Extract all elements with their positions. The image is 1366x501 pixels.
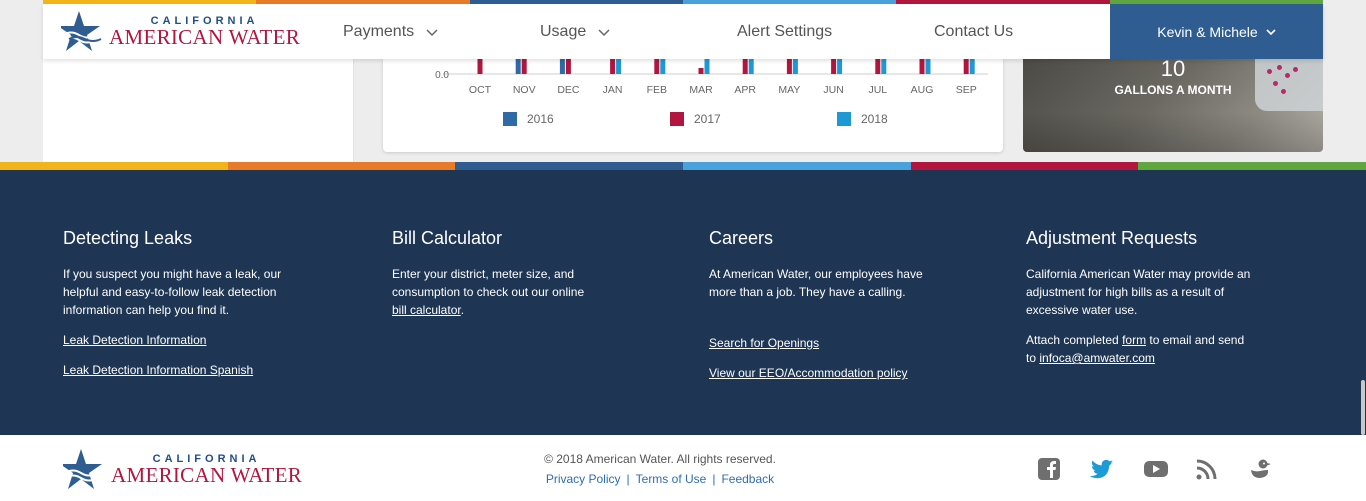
bottom-bar: CALIFORNIA AMERICAN WATER © 2018 America… bbox=[0, 435, 1366, 501]
x-tick-label: OCT bbox=[469, 84, 492, 96]
footer-text: Enter your district, meter size, and con… bbox=[392, 265, 602, 319]
brand-line2: AMERICAN WATER bbox=[109, 25, 301, 49]
youtube-icon[interactable] bbox=[1143, 457, 1169, 481]
promo-image-floor bbox=[1023, 112, 1323, 152]
chevron-down-icon bbox=[1266, 28, 1276, 35]
x-tick-label: APR bbox=[734, 84, 756, 96]
star-logo-icon bbox=[61, 11, 102, 51]
promo-number: 10 bbox=[1160, 59, 1186, 81]
rss-icon[interactable] bbox=[1195, 457, 1219, 481]
x-tick-label: JAN bbox=[603, 84, 623, 96]
bill-calc-text: Enter your district, meter size, and con… bbox=[392, 267, 585, 299]
user-name: Kevin & Michele bbox=[1157, 23, 1258, 40]
left-panel bbox=[43, 59, 353, 162]
nav-alert-settings-label: Alert Settings bbox=[737, 22, 833, 40]
link-separator: | bbox=[626, 472, 630, 486]
header-logo[interactable]: CALIFORNIA AMERICAN WATER bbox=[61, 9, 300, 55]
footer-heading: Detecting Leaks bbox=[63, 228, 193, 248]
eeo-policy-link[interactable]: View our EEO/Accommodation policy bbox=[709, 364, 929, 382]
nav-alert-settings[interactable]: Alert Settings bbox=[737, 4, 832, 59]
footer-text: California American Water may provide an… bbox=[1026, 267, 1251, 317]
panel-divider bbox=[353, 59, 354, 162]
form-link[interactable]: form bbox=[1122, 333, 1146, 347]
brand-wordmark: CALIFORNIA AMERICAN WATER bbox=[109, 16, 300, 48]
nav-usage[interactable]: Usage bbox=[540, 4, 610, 59]
x-tick-label: JUL bbox=[868, 84, 887, 96]
terms-of-use-link[interactable]: Terms of Use bbox=[636, 472, 707, 486]
link-separator: | bbox=[712, 472, 716, 486]
nav-contact-us[interactable]: Contact Us bbox=[934, 4, 1013, 59]
footer-text: If you suspect you might have a leak, ou… bbox=[63, 267, 282, 317]
chevron-down-icon bbox=[598, 28, 610, 36]
x-tick-label: DEC bbox=[557, 84, 580, 96]
usage-chart: 0.0 OCT NOV DEC JAN FEB MAR APR MAY JUN JUL AUG SEP 2… bbox=[435, 14, 988, 126]
footer-heading: Careers bbox=[709, 228, 774, 248]
footer-text: At American Water, our employees have mo… bbox=[709, 267, 923, 299]
nav-payments[interactable]: Payments bbox=[343, 4, 438, 59]
legend-label-2016: 2016 bbox=[527, 112, 554, 126]
footer-col-bill-calculator: Bill Calculator Enter your district, met… bbox=[392, 228, 602, 319]
footer-col-careers: Careers At American Water, our employees… bbox=[709, 228, 929, 382]
x-tick-label: NOV bbox=[513, 84, 536, 96]
copyright-text: © 2018 American Water. All rights reserv… bbox=[544, 452, 776, 466]
promo-caption: GALLONS A MONTH bbox=[1114, 83, 1232, 97]
facebook-icon[interactable] bbox=[1037, 457, 1061, 481]
brand-color-stripe-footer bbox=[0, 162, 1366, 170]
duck-icon[interactable] bbox=[1248, 457, 1272, 481]
bill-calculator-link[interactable]: bill calculator bbox=[392, 303, 461, 317]
legal-links: Privacy Policy | Terms of Use | Feedback bbox=[0, 472, 1320, 486]
nav-payments-label: Payments bbox=[343, 22, 415, 40]
x-tick-label: SEP bbox=[956, 84, 977, 96]
nav-contact-us-label: Contact Us bbox=[934, 22, 1014, 40]
legend-swatch-2017 bbox=[670, 112, 684, 126]
attach-before: Attach completed bbox=[1026, 333, 1119, 347]
x-tick-label: JUN bbox=[823, 84, 843, 96]
footer-col-detecting-leaks: Detecting Leaks If you suspect you might… bbox=[63, 228, 303, 379]
site-header: CALIFORNIA AMERICAN WATER Payments Usage… bbox=[43, 4, 1323, 59]
footer-col-adjustment-requests: Adjustment Requests California American … bbox=[1026, 228, 1256, 367]
legend-swatch-2016 bbox=[503, 112, 517, 126]
nav-usage-label: Usage bbox=[540, 22, 587, 40]
footer-heading: Adjustment Requests bbox=[1026, 228, 1198, 248]
feedback-link[interactable]: Feedback bbox=[721, 472, 774, 486]
usage-promo-card[interactable]: 10 GALLONS A MONTH bbox=[1023, 59, 1323, 152]
x-tick-label: AUG bbox=[911, 84, 934, 96]
x-tick-label: MAR bbox=[689, 84, 713, 96]
x-tick-label: MAY bbox=[778, 84, 800, 96]
usage-chart-card: 0.0 OCT NOV DEC JAN FEB MAR APR MAY JUN JUL AUG SEP 2… bbox=[383, 14, 1003, 152]
legend-label-2017: 2017 bbox=[694, 112, 721, 126]
legend-label-2018: 2018 bbox=[861, 112, 888, 126]
leak-detection-link[interactable]: Leak Detection Information bbox=[63, 331, 303, 349]
scrollbar-thumb[interactable] bbox=[1361, 380, 1365, 435]
y-tick-label: 0.0 bbox=[435, 70, 449, 81]
privacy-policy-link[interactable]: Privacy Policy bbox=[546, 472, 621, 486]
legend-swatch-2018 bbox=[837, 112, 851, 126]
chevron-down-icon bbox=[426, 28, 438, 36]
email-link[interactable]: infoca@amwater.com bbox=[1039, 351, 1155, 365]
x-tick-label: FEB bbox=[647, 84, 667, 96]
user-account-menu[interactable]: Kevin & Michele bbox=[1110, 4, 1323, 59]
search-openings-link[interactable]: Search for Openings bbox=[709, 334, 929, 352]
site-footer: Detecting Leaks If you suspect you might… bbox=[0, 170, 1366, 435]
twitter-icon[interactable] bbox=[1090, 457, 1114, 481]
bill-calc-period: . bbox=[460, 303, 465, 317]
leak-detection-spanish-link[interactable]: Leak Detection Information Spanish bbox=[63, 361, 303, 379]
footer-heading: Bill Calculator bbox=[392, 228, 503, 248]
footer-attach-text: Attach completed form to email and send … bbox=[1026, 331, 1256, 367]
bar-2017-mar bbox=[698, 68, 704, 74]
